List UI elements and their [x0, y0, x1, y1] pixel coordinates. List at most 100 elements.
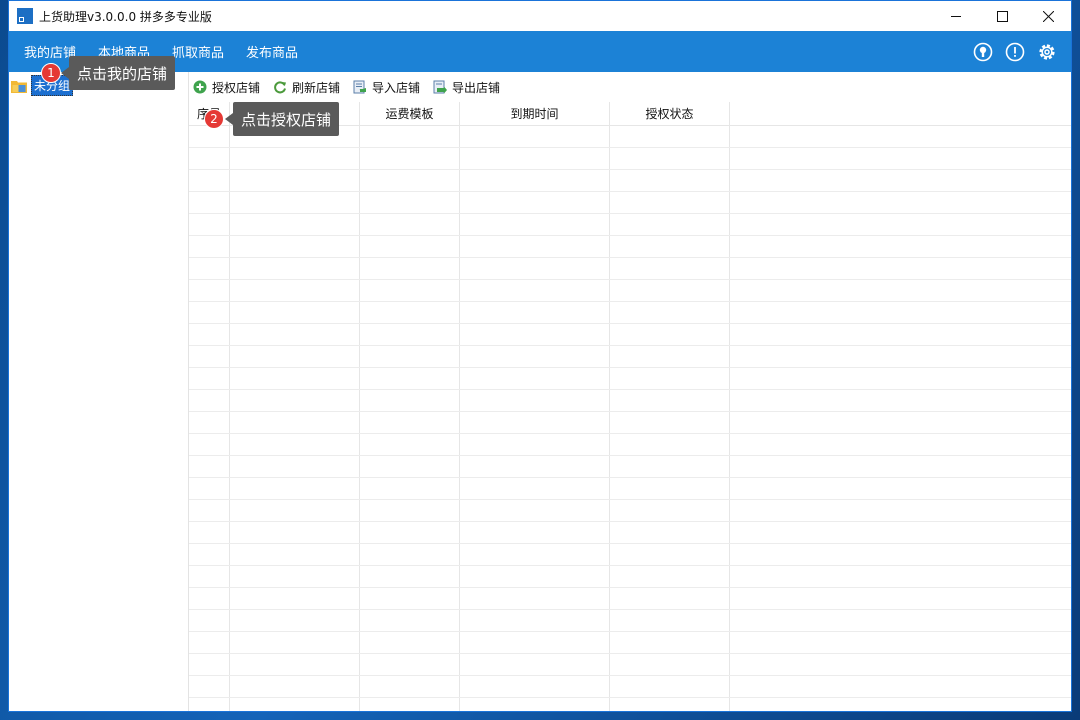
- table-row[interactable]: [189, 588, 1071, 610]
- column-header-shipping-template[interactable]: 运费模板: [360, 102, 460, 125]
- table-row[interactable]: [189, 654, 1071, 676]
- table-row[interactable]: [189, 566, 1071, 588]
- table-cell: [460, 654, 610, 675]
- user-icon[interactable]: [972, 41, 993, 62]
- table-cell: [189, 214, 230, 235]
- table-cell: [460, 126, 610, 147]
- table-cell: [230, 258, 360, 279]
- table-cell: [610, 566, 730, 587]
- table-cell: [610, 214, 730, 235]
- table-row[interactable]: [189, 456, 1071, 478]
- app-icon: [17, 8, 33, 24]
- table-cell: [189, 588, 230, 609]
- table-row[interactable]: [189, 676, 1071, 698]
- toolbar: 授权店铺 刷新店铺 导入店铺 导出店铺: [189, 72, 1071, 102]
- step-badge-2: 2: [204, 109, 224, 129]
- callout-1-text: 点击我的店铺: [77, 64, 168, 83]
- table-cell: [610, 522, 730, 543]
- table-cell: [189, 236, 230, 257]
- table-cell: [230, 698, 360, 711]
- table-cell: [230, 192, 360, 213]
- table-cell: [360, 654, 460, 675]
- table-cell: [360, 280, 460, 301]
- table-cell: [189, 390, 230, 411]
- table-row[interactable]: [189, 610, 1071, 632]
- table-cell: [189, 478, 230, 499]
- table-cell: [360, 412, 460, 433]
- info-icon[interactable]: [1004, 41, 1025, 62]
- table-cell: [230, 478, 360, 499]
- table-row[interactable]: [189, 148, 1071, 170]
- table-row[interactable]: [189, 434, 1071, 456]
- table-row[interactable]: [189, 412, 1071, 434]
- refresh-shop-label: 刷新店铺: [292, 80, 341, 95]
- minimize-button[interactable]: [933, 1, 979, 31]
- table-cell: [610, 346, 730, 367]
- table-cell: [460, 522, 610, 543]
- table-row[interactable]: [189, 170, 1071, 192]
- table-row[interactable]: [189, 478, 1071, 500]
- table-cell: [610, 302, 730, 323]
- import-icon: [353, 80, 367, 94]
- table-cell: [230, 434, 360, 455]
- table-row[interactable]: [189, 544, 1071, 566]
- folder-icon: [11, 80, 27, 93]
- table-cell: [230, 236, 360, 257]
- table-cell: [189, 500, 230, 521]
- table-cell: [230, 500, 360, 521]
- table-row[interactable]: [189, 698, 1071, 711]
- table-cell: [360, 236, 460, 257]
- gear-icon[interactable]: [1036, 41, 1057, 62]
- table-cell: [230, 214, 360, 235]
- table-row[interactable]: [189, 522, 1071, 544]
- table-cell: [460, 368, 610, 389]
- table-row[interactable]: [189, 632, 1071, 654]
- table-cell: [460, 500, 610, 521]
- column-header-auth-status[interactable]: 授权状态: [610, 102, 730, 125]
- column-header-expiry[interactable]: 到期时间: [460, 102, 610, 125]
- table-row[interactable]: [189, 346, 1071, 368]
- table-row[interactable]: [189, 280, 1071, 302]
- table-row[interactable]: [189, 258, 1071, 280]
- table-cell: [610, 258, 730, 279]
- import-shop-button[interactable]: 导入店铺: [353, 79, 420, 96]
- table-row[interactable]: [189, 500, 1071, 522]
- export-shop-button[interactable]: 导出店铺: [433, 79, 500, 96]
- close-icon: [1042, 10, 1054, 22]
- table-cell: [230, 368, 360, 389]
- authorize-shop-button[interactable]: 授权店铺: [193, 79, 260, 96]
- table-cell: [460, 192, 610, 213]
- title-bar[interactable]: 上货助理v3.0.0.0 拼多多专业版: [9, 1, 1071, 31]
- table-cell: [610, 632, 730, 653]
- table-cell: [460, 236, 610, 257]
- maximize-button[interactable]: [979, 1, 1025, 31]
- add-circle-icon: [193, 80, 207, 94]
- minimize-icon: [950, 15, 961, 17]
- table-cell: [230, 280, 360, 301]
- table-cell: [360, 588, 460, 609]
- table-cell: [189, 544, 230, 565]
- table-row[interactable]: [189, 214, 1071, 236]
- table-cell: [460, 566, 610, 587]
- table-cell: [230, 544, 360, 565]
- export-shop-label: 导出店铺: [452, 80, 501, 95]
- table-row[interactable]: [189, 236, 1071, 258]
- refresh-shop-button[interactable]: 刷新店铺: [273, 79, 340, 96]
- table-cell: [610, 324, 730, 345]
- table-row[interactable]: [189, 368, 1071, 390]
- table-cell: [230, 632, 360, 653]
- close-button[interactable]: [1025, 1, 1071, 31]
- table-cell: [189, 148, 230, 169]
- menu-publish-products[interactable]: 发布商品: [246, 42, 298, 61]
- table-cell: [189, 676, 230, 697]
- menu-grab-products[interactable]: 抓取商品: [172, 42, 224, 61]
- table-row[interactable]: [189, 302, 1071, 324]
- table-row[interactable]: [189, 324, 1071, 346]
- table-cell: [189, 280, 230, 301]
- table-cell: [610, 588, 730, 609]
- table-cell: [189, 654, 230, 675]
- table-row[interactable]: [189, 390, 1071, 412]
- table-cell: [230, 456, 360, 477]
- table-row[interactable]: [189, 192, 1071, 214]
- table-cell: [189, 368, 230, 389]
